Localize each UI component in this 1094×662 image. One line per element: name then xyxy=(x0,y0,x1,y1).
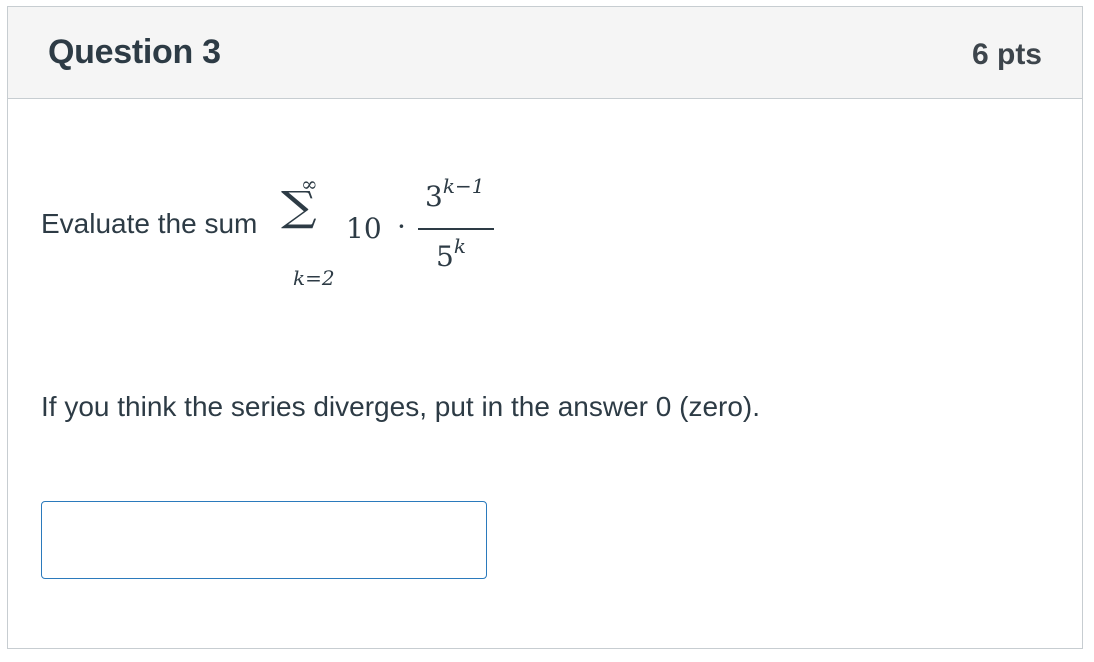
numerator-base: 3 xyxy=(425,180,443,213)
denominator-exponent: k xyxy=(453,234,466,258)
sum-lower-limit: k=2 xyxy=(293,266,335,290)
answer-input[interactable] xyxy=(41,501,487,579)
numerator-exponent: k−1 xyxy=(442,174,485,198)
denominator-base: 5 xyxy=(436,240,454,273)
question-header: Question 3 6 pts xyxy=(8,7,1082,99)
fraction-bar xyxy=(418,228,494,230)
prompt-text: Evaluate the sum xyxy=(41,208,258,239)
instruction-text: If you think the series diverges, put in… xyxy=(41,391,761,422)
multiply-dot: · xyxy=(397,210,406,243)
question-points: 6 pts xyxy=(971,38,1042,71)
question-title: Question 3 xyxy=(48,33,221,71)
fraction-denominator: 5k xyxy=(436,234,466,273)
coefficient: 10 xyxy=(346,212,382,245)
sigma-symbol: ∑ xyxy=(281,182,317,231)
fraction-numerator: 3k−1 xyxy=(425,174,484,213)
